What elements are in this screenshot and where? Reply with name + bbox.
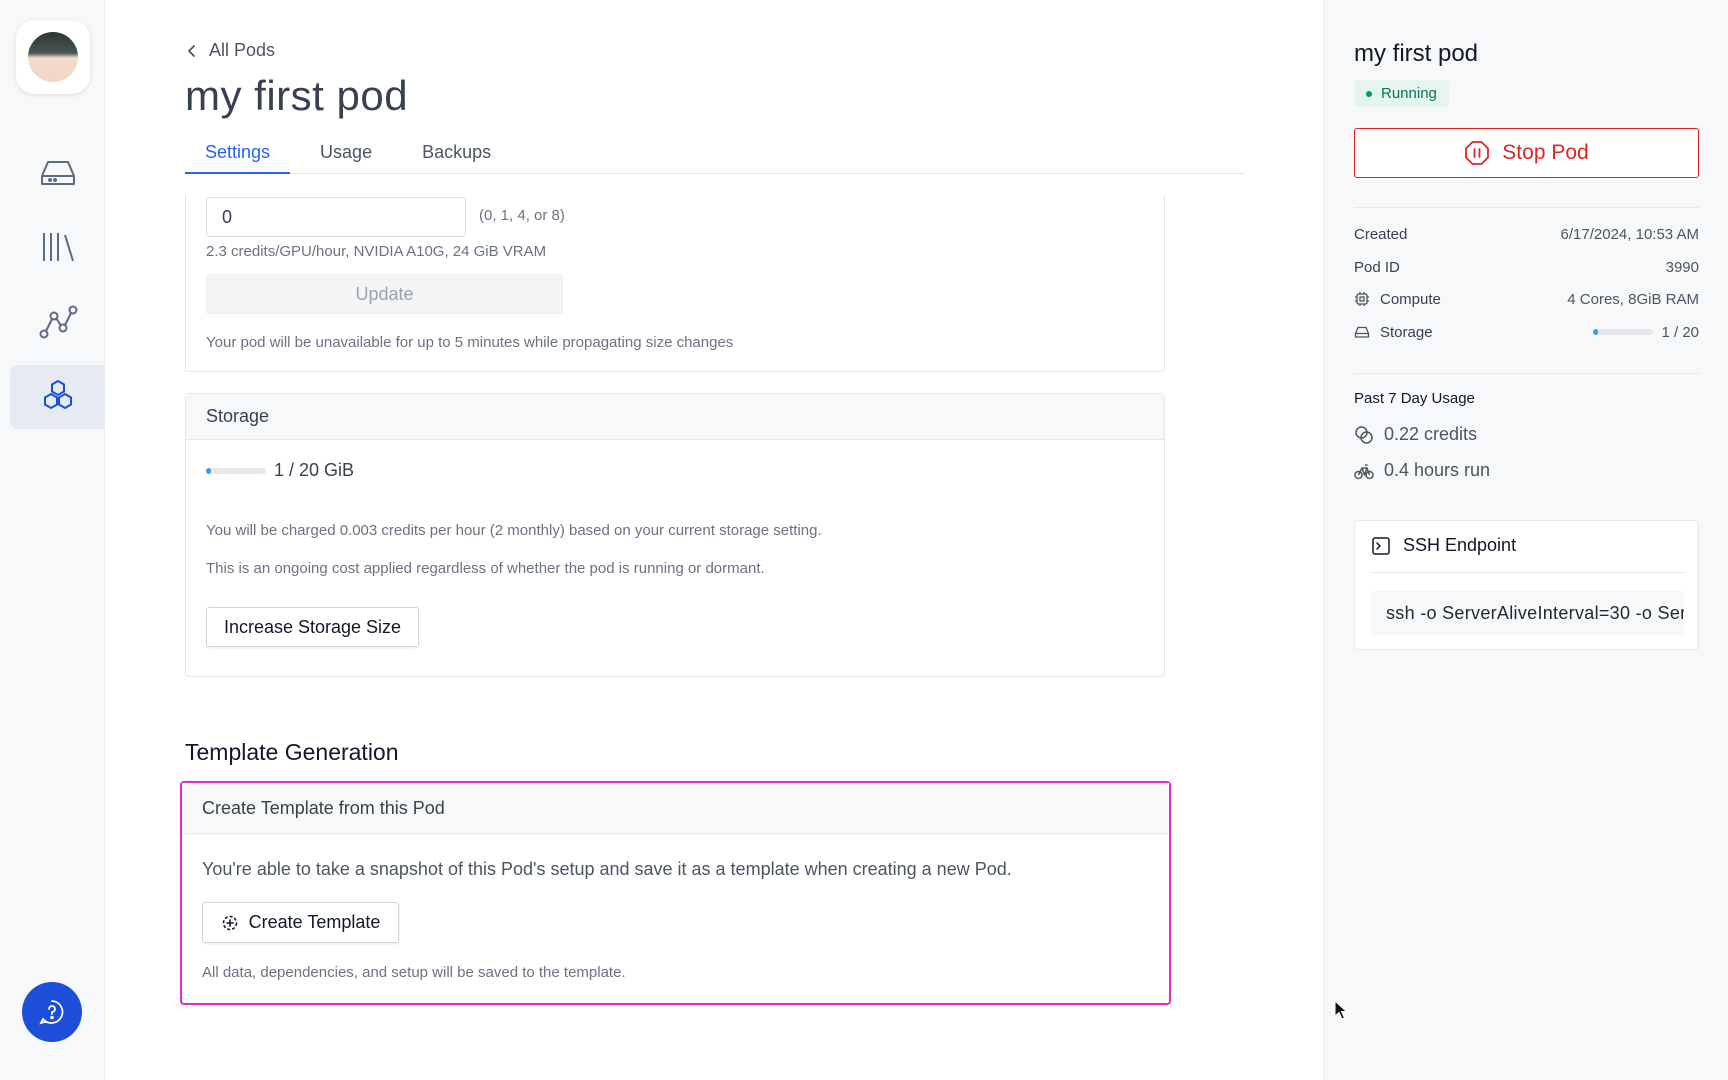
graph-icon	[39, 305, 77, 339]
created-value: 6/17/2024, 10:53 AM	[1560, 225, 1699, 243]
nav-item-graph[interactable]	[10, 290, 105, 354]
ssh-header: SSH Endpoint	[1371, 535, 1516, 556]
chevron-left-icon	[188, 44, 195, 57]
storage-charge-note: You will be charged 0.003 credits per ho…	[206, 522, 822, 539]
update-button-label: Update	[355, 283, 414, 304]
tab-usage[interactable]: Usage	[300, 130, 392, 174]
library-icon	[42, 233, 74, 262]
nav-rail	[0, 0, 105, 1080]
storage-card-title: Storage	[206, 406, 270, 426]
template-card-title: Create Template from this Pod	[202, 797, 445, 818]
divider	[1354, 207, 1699, 208]
divider	[1354, 373, 1699, 374]
nav-item-pods[interactable]	[10, 365, 105, 429]
pod-detail-panel: my first pod Running Stop Pod Created 6/…	[1323, 0, 1728, 1080]
template-description: You're able to take a snapshot of this P…	[202, 859, 1012, 879]
back-label: All Pods	[209, 40, 276, 60]
nav-item-library[interactable]	[10, 215, 105, 279]
storage-ongoing-note: This is an ongoing cost applied regardle…	[206, 560, 765, 577]
gpu-count-value: 0	[222, 206, 233, 227]
tab-backups[interactable]: Backups	[402, 130, 511, 174]
logo-mark	[28, 32, 78, 82]
page-title: my first pod	[185, 72, 409, 119]
storage-label: Storage	[1380, 323, 1433, 341]
panel-storage-fill	[1593, 329, 1599, 335]
divider	[1371, 572, 1684, 573]
gpu-warning: Your pod will be unavailable for up to 5…	[206, 334, 734, 351]
usage-credits: 0.22 credits	[1354, 424, 1477, 445]
create-template-button[interactable]: Create Template	[202, 902, 399, 943]
mouse-cursor-icon	[1334, 1000, 1348, 1020]
pod-id-label: Pod ID	[1354, 258, 1400, 276]
nav-item-drives[interactable]	[10, 140, 105, 204]
help-chat-button[interactable]	[22, 982, 82, 1042]
stop-pod-button[interactable]: Stop Pod	[1354, 128, 1699, 178]
compute-value: 4 Cores, 8GiB RAM	[1567, 290, 1699, 308]
gpu-options-hint: (0, 1, 4, or 8)	[479, 207, 565, 224]
storage-value: 1 / 20	[1661, 323, 1699, 341]
storage-progress-bar	[206, 467, 266, 474]
stop-octagon-icon	[1465, 141, 1490, 165]
back-link[interactable]: All Pods	[185, 40, 275, 61]
meta-created: Created 6/17/2024, 10:53 AM	[1354, 222, 1699, 246]
stop-pod-label: Stop Pod	[1502, 141, 1589, 164]
usage-hours: 0.4 hours run	[1354, 460, 1490, 481]
drive-small-icon	[1354, 326, 1370, 338]
meta-compute: Compute 4 Cores, 8GiB RAM	[1354, 287, 1699, 311]
created-label: Created	[1354, 225, 1408, 243]
meta-pod-id: Pod ID 3990	[1354, 255, 1699, 279]
template-section-title: Template Generation	[185, 739, 399, 765]
tab-settings[interactable]: Settings	[185, 130, 291, 174]
increase-storage-button[interactable]: Increase Storage Size	[206, 607, 419, 647]
panel-title: my first pod	[1354, 40, 1479, 67]
status-badge: Running	[1354, 80, 1449, 107]
ssh-command-text: ssh -o ServerAliveInterval=30 -o ServerA…	[1386, 602, 1684, 623]
panel-storage-bar	[1593, 329, 1654, 335]
ssh-command-field[interactable]: ssh -o ServerAliveInterval=30 -o ServerA…	[1371, 591, 1684, 635]
storage-card: Storage 1 / 20 GiB You will be charged 0…	[185, 393, 1165, 677]
meta-storage: Storage 1 / 20	[1354, 320, 1699, 344]
template-card: Create Template from this Pod You're abl…	[180, 781, 1171, 1005]
template-card-header: Create Template from this Pod	[182, 783, 1169, 834]
usage-title: Past 7 Day Usage	[1354, 390, 1475, 407]
compute-label: Compute	[1380, 290, 1441, 308]
template-plus-icon	[222, 915, 237, 930]
gpu-count-input[interactable]: 0	[206, 197, 466, 237]
hexagons-icon	[43, 379, 72, 410]
tab-bar: Settings Usage Backups	[185, 130, 1245, 174]
chat-help-icon	[39, 1000, 64, 1025]
storage-usage: 1 / 20 GiB	[206, 460, 354, 481]
status-dot-icon	[1366, 90, 1372, 97]
create-template-label: Create Template	[248, 912, 381, 932]
cpu-chip-icon	[1355, 292, 1369, 306]
drive-icon	[40, 161, 75, 185]
storage-usage-label: 1 / 20 GiB	[274, 460, 355, 480]
storage-card-header: Storage	[186, 394, 1164, 440]
gpu-price-note: 2.3 credits/GPU/hour, NVIDIA A10G, 24 Gi…	[206, 243, 547, 260]
pod-id-value: 3990	[1665, 258, 1699, 276]
usage-credits-value: 0.22 credits	[1384, 424, 1478, 444]
update-button[interactable]: Update	[206, 274, 563, 314]
increase-storage-label: Increase Storage Size	[223, 616, 402, 637]
usage-hours-value: 0.4 hours run	[1384, 460, 1491, 480]
bicycle-icon	[1354, 463, 1374, 479]
app-logo[interactable]	[16, 20, 90, 94]
ssh-endpoint-card: SSH Endpoint ssh -o ServerAliveInterval=…	[1354, 520, 1699, 650]
terminal-icon	[1372, 536, 1390, 555]
main-content: All Pods my first pod Settings Usage Bac…	[105, 0, 1323, 1080]
storage-progress-fill	[206, 467, 211, 474]
template-footer-note: All data, dependencies, and setup will b…	[202, 964, 626, 981]
ssh-title: SSH Endpoint	[1403, 535, 1517, 555]
status-label: Running	[1381, 85, 1437, 102]
gpu-card: 0 (0, 1, 4, or 8) 2.3 credits/GPU/hour, …	[185, 194, 1165, 372]
coins-icon	[1355, 425, 1373, 444]
